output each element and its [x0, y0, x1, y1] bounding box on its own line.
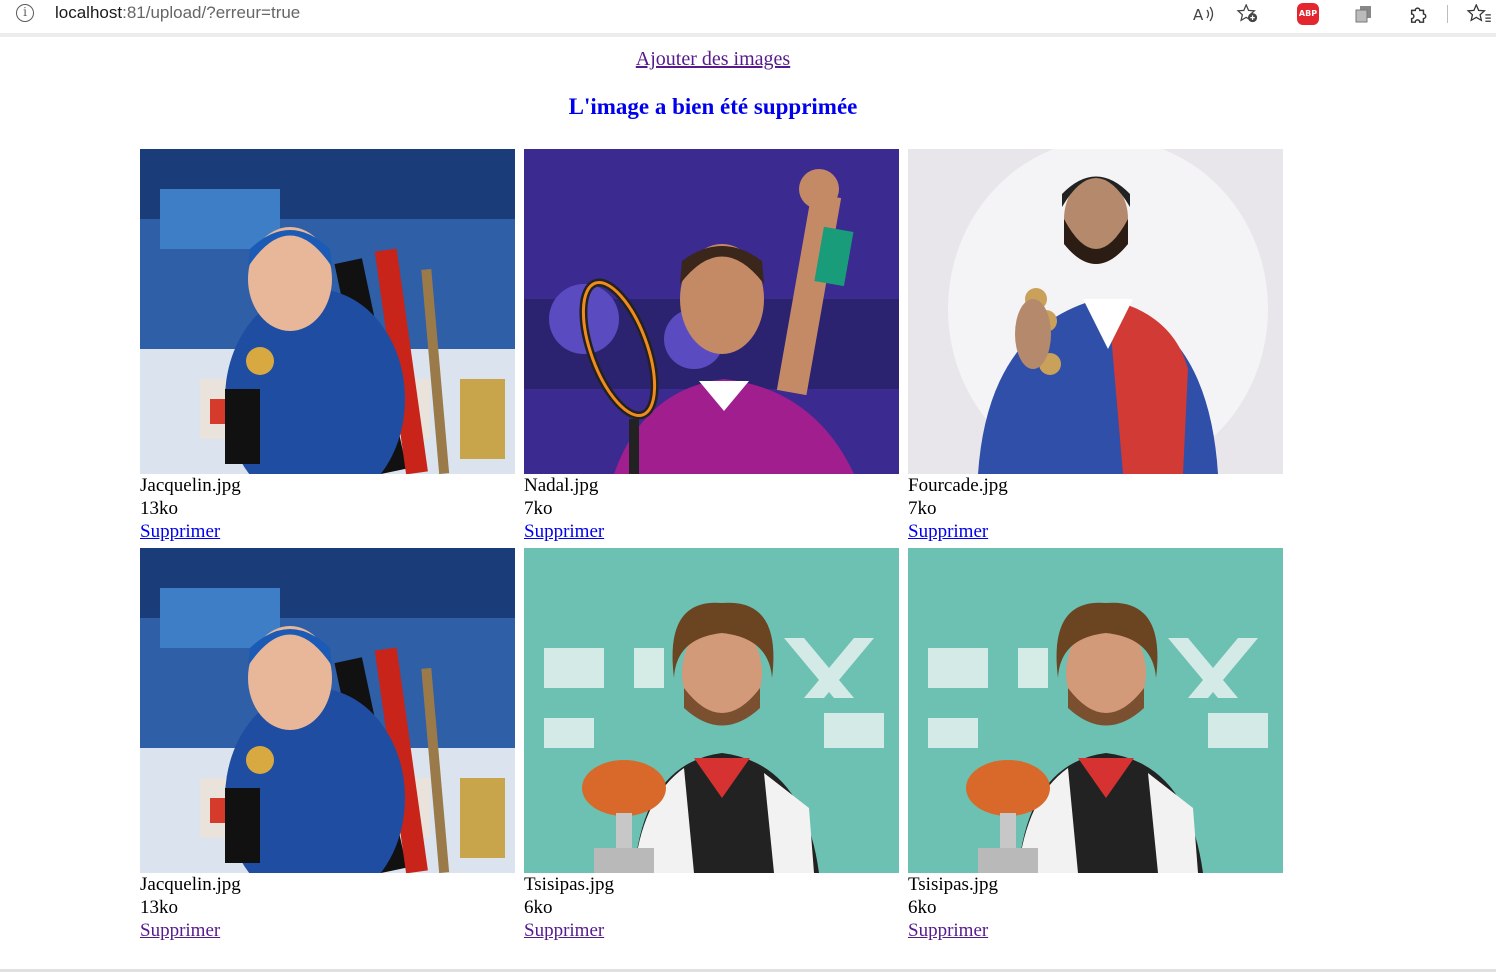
file-size: 6ko	[908, 897, 937, 918]
gallery-item: Fourcade.jpg 7ko Supprimer	[908, 149, 1283, 543]
photo-thumbnail	[524, 149, 899, 474]
collections-icon[interactable]	[1353, 4, 1375, 24]
filename: Jacquelin.jpg	[140, 475, 241, 496]
add-images-link[interactable]: Ajouter des images	[0, 48, 1426, 71]
browser-toolbar: i localhost:81/upload/?erreur=true A ABP	[0, 0, 1496, 37]
delete-link[interactable]: Supprimer	[908, 520, 1283, 543]
file-size: 7ko	[908, 498, 937, 519]
url-path: :81/upload/?erreur=true	[122, 3, 301, 22]
gallery-item: Jacquelin.jpg 13ko Supprimer	[140, 548, 515, 942]
delete-link[interactable]: Supprimer	[524, 520, 899, 543]
read-aloud-icon[interactable]: A	[1192, 4, 1216, 24]
file-size: 13ko	[140, 498, 178, 519]
toolbar-separator	[1447, 5, 1448, 23]
delete-link[interactable]: Supprimer	[908, 919, 1283, 942]
file-size: 7ko	[524, 498, 553, 519]
gallery-item: Tsisipas.jpg 6ko Supprimer	[524, 548, 899, 942]
favorite-add-icon[interactable]	[1236, 4, 1260, 24]
delete-link[interactable]: Supprimer	[140, 520, 515, 543]
gallery-item: Nadal.jpg 7ko Supprimer	[524, 149, 899, 543]
status-message: L'image a bien été supprimée	[568, 94, 858, 119]
filename: Jacquelin.jpg	[140, 874, 241, 895]
file-size: 13ko	[140, 897, 178, 918]
delete-link[interactable]: Supprimer	[524, 919, 899, 942]
photo-thumbnail	[908, 548, 1283, 873]
photo-thumbnail	[140, 548, 515, 873]
filename: Fourcade.jpg	[908, 475, 1008, 496]
adblock-icon[interactable]: ABP	[1297, 3, 1319, 25]
file-size: 6ko	[524, 897, 553, 918]
delete-link[interactable]: Supprimer	[140, 919, 515, 942]
filename: Tsisipas.jpg	[524, 874, 614, 895]
url-host: localhost	[55, 3, 123, 22]
puzzle-icon[interactable]	[1407, 4, 1429, 24]
gallery-item: Jacquelin.jpg 13ko Supprimer	[140, 149, 515, 543]
photo-thumbnail	[524, 548, 899, 873]
filename: Tsisipas.jpg	[908, 874, 998, 895]
svg-text:A: A	[1193, 6, 1204, 24]
address-bar[interactable]: localhost:81/upload/?erreur=true	[55, 3, 300, 23]
filename: Nadal.jpg	[524, 475, 599, 496]
photo-thumbnail	[908, 149, 1283, 474]
gallery-item: Tsisipas.jpg 6ko Supprimer	[908, 548, 1283, 942]
favorites-icon[interactable]	[1466, 4, 1492, 24]
photo-thumbnail	[140, 149, 515, 474]
info-icon[interactable]: i	[16, 4, 34, 22]
